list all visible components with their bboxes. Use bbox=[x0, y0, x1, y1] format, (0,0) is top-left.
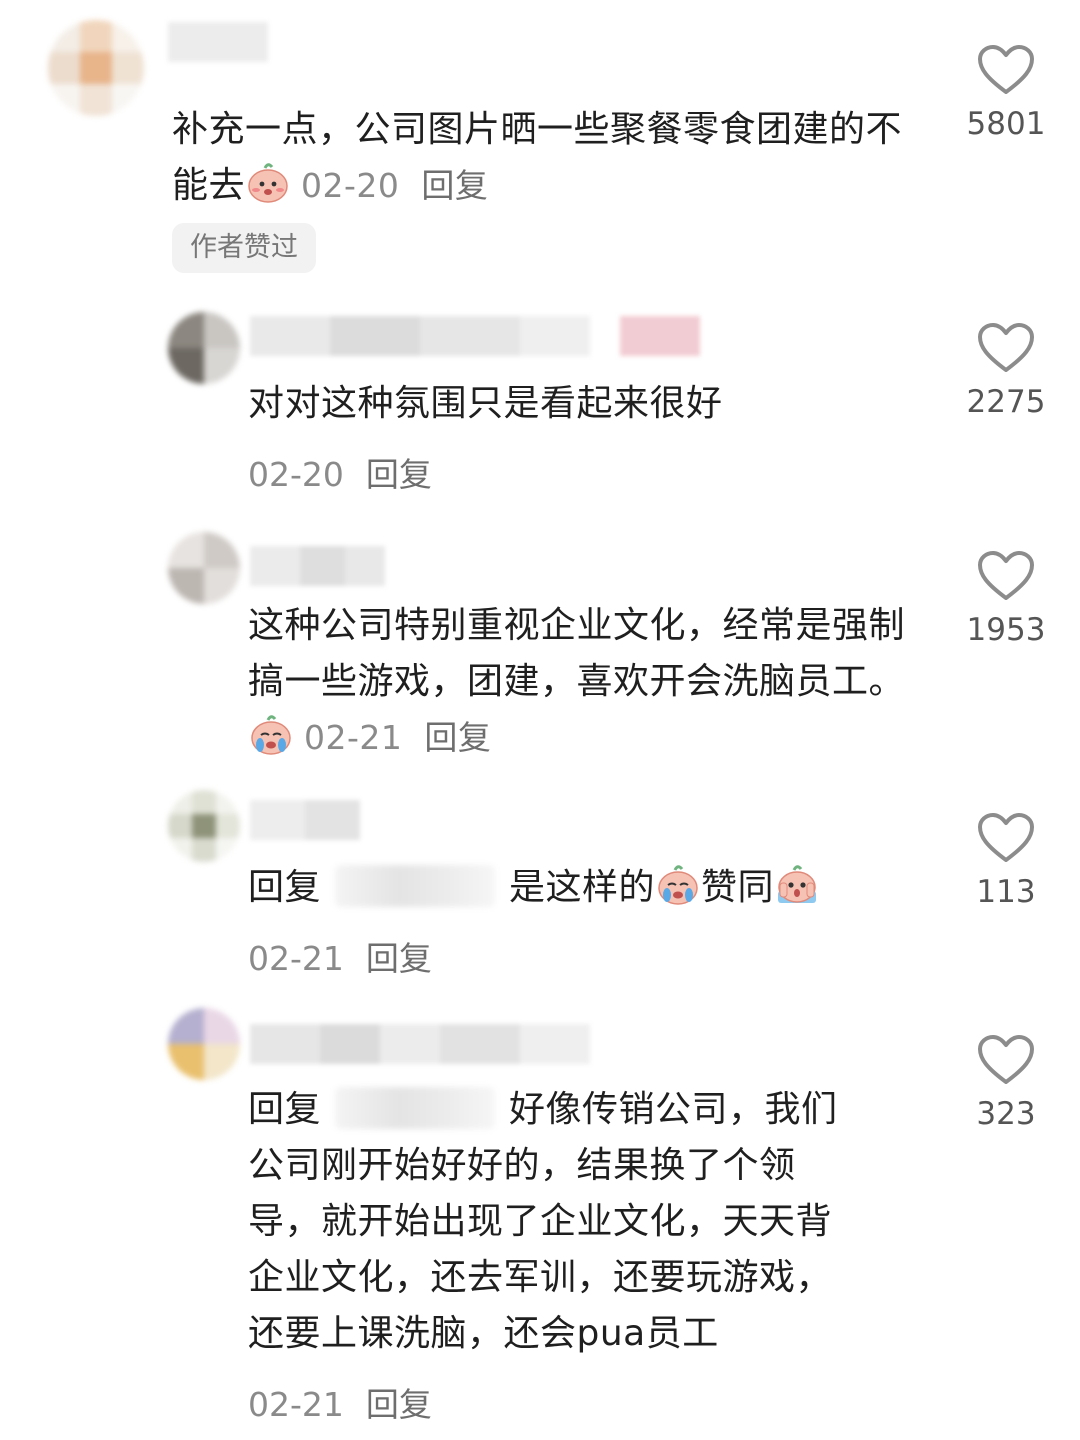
comment-text: 好像传销公司，我们 bbox=[509, 1089, 838, 1130]
comment-text-2: 赞同 bbox=[701, 867, 775, 908]
like-button[interactable]: 113 bbox=[960, 812, 1052, 910]
comment-text: 回复 是这样的 赞同 bbox=[248, 860, 948, 916]
like-count: 2275 bbox=[966, 384, 1046, 420]
avatar[interactable] bbox=[48, 20, 144, 116]
comment-line: 公司刚开始好好的，结果换了个领 bbox=[248, 1145, 796, 1186]
scared-bun-emoji bbox=[774, 861, 820, 907]
like-count: 323 bbox=[976, 1096, 1036, 1132]
avatar[interactable] bbox=[168, 532, 240, 604]
avatar[interactable] bbox=[168, 312, 240, 384]
comment-line: 企业文化，还去军训，还要玩游戏， bbox=[248, 1257, 833, 1298]
comment-line: 导，就开始出现了企业文化，天天背 bbox=[248, 1201, 833, 1242]
crying-bun-emoji bbox=[248, 711, 294, 757]
like-count: 113 bbox=[976, 874, 1036, 910]
comment-line: 还要上课洗脑，还会pua员工 bbox=[248, 1313, 719, 1354]
comment-date: 02-20 bbox=[248, 455, 344, 494]
comment-date: 02-21 bbox=[248, 1385, 344, 1424]
comment-text: 是这样的 bbox=[509, 867, 656, 908]
username-blurred[interactable] bbox=[250, 546, 385, 586]
comment-date: 02-21 bbox=[304, 718, 403, 757]
mentioned-user-blurred[interactable] bbox=[335, 1087, 496, 1129]
blushing-bun-emoji bbox=[245, 159, 291, 205]
crying-bun-emoji bbox=[655, 861, 701, 907]
reply-button[interactable]: 回复 bbox=[366, 939, 432, 978]
username-blurred[interactable] bbox=[250, 800, 360, 840]
comment-text: 回复 好像传销公司，我们 公司刚开始好好的，结果换了个领 导，就开始出现了企业文化… bbox=[248, 1082, 948, 1362]
comment-meta: 02-20 回复 bbox=[248, 448, 432, 496]
comment-meta: 02-21 回复 bbox=[248, 1378, 432, 1426]
reply-button[interactable]: 回复 bbox=[421, 166, 488, 205]
username-blurred[interactable] bbox=[250, 316, 700, 356]
author-liked-badge: 作者赞过 bbox=[172, 223, 316, 273]
comment-date: 02-21 bbox=[248, 939, 344, 978]
comment-meta: 02-21 回复 bbox=[248, 932, 432, 980]
heart-icon[interactable] bbox=[977, 1034, 1035, 1086]
reply-prefix: 回复 bbox=[248, 1089, 322, 1130]
username-blurred[interactable] bbox=[168, 22, 268, 62]
comment-first-line: 回复 好像传销公司，我们 bbox=[248, 1082, 948, 1138]
reply-prefix: 回复 bbox=[248, 867, 322, 908]
like-button[interactable]: 2275 bbox=[960, 322, 1052, 420]
comment-text: 这种公司特别重视企业文化，经常是强制搞一些游戏，团建，喜欢开会洗脑员工。 bbox=[248, 605, 906, 702]
mentioned-user-blurred[interactable] bbox=[335, 865, 496, 907]
avatar[interactable] bbox=[168, 1008, 240, 1080]
reply-button[interactable]: 回复 bbox=[366, 455, 432, 494]
comment-text: 对对这种氛围只是看起来很好 bbox=[248, 383, 723, 424]
heart-icon[interactable] bbox=[977, 44, 1035, 96]
heart-icon[interactable] bbox=[977, 550, 1035, 602]
reply-button[interactable]: 回复 bbox=[424, 718, 491, 757]
like-button[interactable]: 1953 bbox=[960, 550, 1052, 648]
heart-icon[interactable] bbox=[977, 322, 1035, 374]
reply-button[interactable]: 回复 bbox=[366, 1385, 432, 1424]
like-button[interactable]: 323 bbox=[960, 1034, 1052, 1132]
username-blurred[interactable] bbox=[250, 1024, 590, 1064]
heart-icon[interactable] bbox=[977, 812, 1035, 864]
like-count: 5801 bbox=[966, 106, 1046, 142]
avatar[interactable] bbox=[168, 790, 240, 862]
comment-date: 02-20 bbox=[301, 166, 400, 205]
comment-text: 这种公司特别重视企业文化，经常是强制搞一些游戏，团建，喜欢开会洗脑员工。 02-2… bbox=[248, 598, 928, 766]
comment-text: 补充一点，公司图片晒一些聚餐零食团建的不能去 02-20 回复 bbox=[172, 102, 912, 214]
like-button[interactable]: 5801 bbox=[960, 44, 1052, 142]
like-count: 1953 bbox=[966, 612, 1046, 648]
